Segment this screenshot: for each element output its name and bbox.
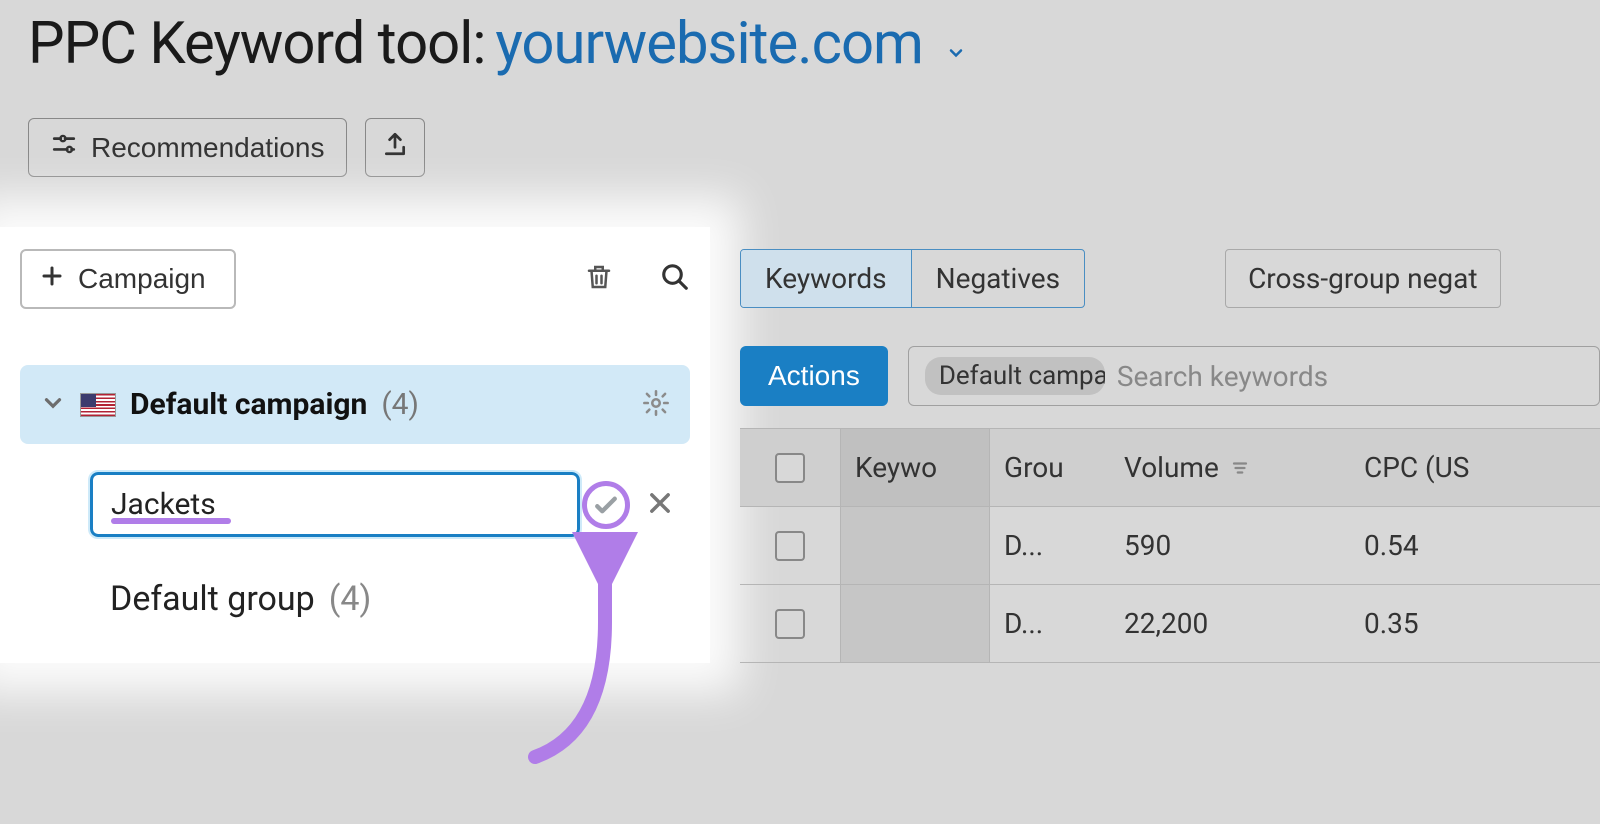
new-group-value: Jackets — [111, 487, 216, 522]
cell-volume: 590 — [1110, 507, 1350, 584]
cell-keyword — [840, 585, 990, 662]
campaign-item[interactable]: Default campaign (4) — [20, 365, 690, 444]
select-all-cell[interactable] — [740, 429, 840, 506]
campaign-count: (4) — [381, 387, 419, 422]
add-campaign-label: Campaign — [78, 263, 206, 295]
export-icon — [382, 131, 408, 164]
table-header: Keywo Grou Volume CPC (US — [740, 428, 1600, 507]
confirm-group-button[interactable] — [582, 481, 630, 529]
new-group-input[interactable]: Jackets — [90, 472, 580, 537]
domain-name: yourwebsite.com — [495, 10, 922, 78]
col-volume[interactable]: Volume — [1110, 429, 1350, 506]
cell-keyword — [840, 507, 990, 584]
sidebar: Campaign Default campaign (4) J — [0, 227, 710, 663]
tabs-row: Keywords Negatives Cross-group negat — [740, 249, 1600, 308]
tab-negatives[interactable]: Negatives — [912, 250, 1084, 307]
table-row: D... 590 0.54 — [740, 507, 1600, 585]
row-select[interactable] — [740, 585, 840, 662]
export-button[interactable] — [365, 118, 425, 177]
check-icon — [591, 490, 621, 520]
keyword-search[interactable]: Default campa Search keywords — [908, 346, 1600, 406]
sidebar-toolbar: Campaign — [20, 249, 690, 309]
cell-group: D... — [990, 507, 1110, 584]
col-keyword[interactable]: Keywo — [840, 429, 990, 506]
recommendations-button[interactable]: Recommendations — [28, 118, 347, 177]
plus-icon — [40, 263, 64, 295]
filter-chip[interactable]: Default campa — [925, 357, 1105, 395]
header: PPC Keyword tool: yourwebsite.com Recomm… — [0, 0, 1600, 177]
row-select[interactable] — [740, 507, 840, 584]
cross-group-negatives-button[interactable]: Cross-group negat — [1225, 249, 1500, 308]
cancel-group-button[interactable] — [646, 489, 674, 521]
tab-keywords[interactable]: Keywords — [741, 250, 912, 307]
sort-icon — [1230, 451, 1250, 484]
arrow-annotation — [510, 532, 690, 772]
tab-group: Keywords Negatives — [740, 249, 1085, 308]
group-count: (4) — [329, 579, 372, 619]
sliders-icon — [51, 131, 77, 164]
chevron-down-icon — [942, 10, 970, 78]
trash-icon[interactable] — [584, 262, 614, 296]
page-title: PPC Keyword tool: — [28, 10, 485, 78]
main: Campaign Default campaign (4) J — [0, 227, 1600, 663]
checkbox[interactable] — [775, 609, 805, 639]
cell-cpc: 0.35 — [1350, 585, 1600, 662]
group-name: Default group — [110, 579, 315, 619]
campaign-name: Default campaign — [130, 387, 367, 422]
page-title-row: PPC Keyword tool: yourwebsite.com — [28, 10, 1572, 78]
table-row: D... 22,200 0.35 — [740, 585, 1600, 663]
col-volume-label: Volume — [1124, 451, 1219, 484]
checkbox[interactable] — [775, 531, 805, 561]
highlight-annotation — [111, 518, 231, 524]
recommendations-label: Recommendations — [91, 132, 324, 164]
cell-cpc: 0.54 — [1350, 507, 1600, 584]
chevron-down-icon — [40, 390, 66, 420]
col-cpc[interactable]: CPC (US — [1350, 429, 1600, 506]
content-pane: Keywords Negatives Cross-group negat Act… — [710, 227, 1600, 663]
col-group[interactable]: Grou — [990, 429, 1110, 506]
cell-volume: 22,200 — [1110, 585, 1350, 662]
close-icon — [646, 489, 674, 517]
add-campaign-button[interactable]: Campaign — [20, 249, 236, 309]
actions-button[interactable]: Actions — [740, 346, 888, 406]
cell-group: D... — [990, 585, 1110, 662]
group-item[interactable]: Default group (4) — [110, 579, 690, 619]
gear-icon[interactable] — [642, 389, 670, 421]
toolbar: Recommendations — [28, 118, 1572, 177]
us-flag-icon — [80, 393, 116, 417]
checkbox[interactable] — [775, 453, 805, 483]
new-group-row: Jackets — [90, 472, 690, 537]
search-icon[interactable] — [660, 262, 690, 296]
actions-row: Actions Default campa Search keywords — [740, 346, 1600, 406]
keywords-table: Keywo Grou Volume CPC (US D... 590 0.54 — [740, 428, 1600, 663]
domain-selector[interactable]: yourwebsite.com — [495, 10, 970, 78]
search-placeholder: Search keywords — [1117, 360, 1583, 393]
